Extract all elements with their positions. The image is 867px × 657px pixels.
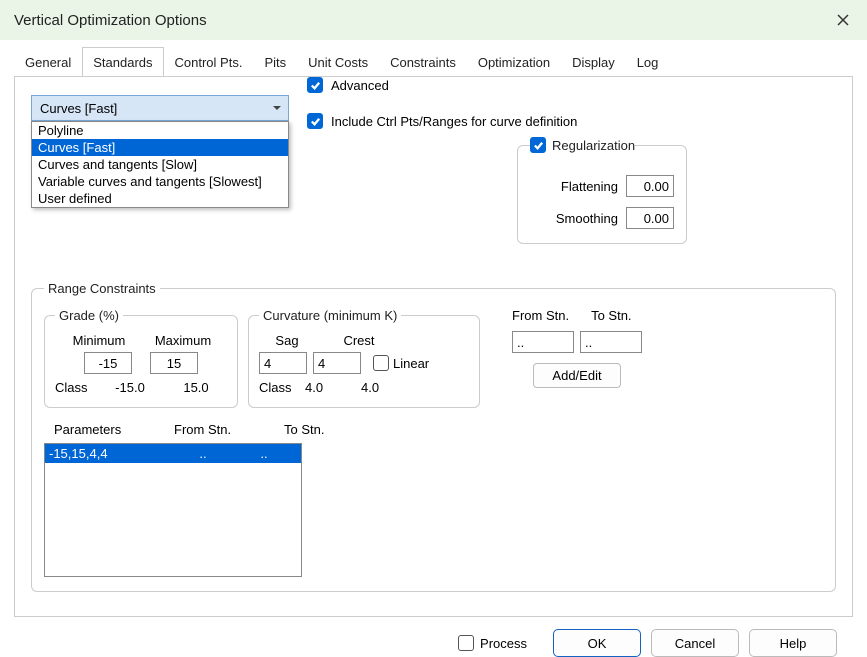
- tab-optimization[interactable]: Optimization: [467, 47, 561, 76]
- advanced-label: Advanced: [331, 78, 389, 93]
- tab-constraints[interactable]: Constraints: [379, 47, 467, 76]
- curve-type-dropdown[interactable]: Polyline Curves [Fast] Curves and tangen…: [31, 121, 289, 208]
- option-variable-slowest[interactable]: Variable curves and tangents [Slowest]: [32, 173, 288, 190]
- grade-class-max: 15.0: [167, 380, 225, 395]
- curvature-title: Curvature (minimum K): [259, 308, 401, 323]
- advanced-checkbox[interactable]: [307, 77, 323, 93]
- params-col-from: From Stn.: [174, 422, 244, 437]
- tab-control-pts[interactable]: Control Pts.: [164, 47, 254, 76]
- grade-min-label: Minimum: [65, 333, 133, 348]
- linear-checkbox[interactable]: [373, 355, 389, 371]
- sag-input[interactable]: [259, 352, 307, 374]
- range-constraints-group: Range Constraints Grade (%) Minimum Maxi…: [31, 281, 836, 592]
- ok-button[interactable]: OK: [553, 629, 641, 657]
- from-stn-label: From Stn.: [512, 308, 569, 323]
- grade-group: Grade (%) Minimum Maximum Class -15.0 15…: [44, 308, 238, 408]
- curv-class-sag: 4.0: [305, 380, 353, 395]
- option-curves-tangents-slow[interactable]: Curves and tangents [Slow]: [32, 156, 288, 173]
- sag-label: Sag: [259, 333, 315, 348]
- smoothing-label: Smoothing: [556, 211, 618, 226]
- tab-pits[interactable]: Pits: [253, 47, 297, 76]
- window-title: Vertical Optimization Options: [14, 12, 207, 29]
- to-stn-label: To Stn.: [591, 308, 631, 323]
- include-ctrlpts-label: Include Ctrl Pts/Ranges for curve defini…: [331, 114, 577, 129]
- tab-strip: General Standards Control Pts. Pits Unit…: [14, 46, 853, 76]
- to-stn-input[interactable]: [580, 331, 642, 353]
- process-label: Process: [480, 636, 527, 651]
- grade-max-label: Maximum: [149, 333, 217, 348]
- from-stn-input[interactable]: [512, 331, 574, 353]
- grade-class-min: -15.0: [101, 380, 159, 395]
- curv-class-crest: 4.0: [361, 380, 409, 395]
- regularization-checkbox[interactable]: [530, 137, 546, 153]
- params-row-parameters: -15,15,4,4: [49, 446, 167, 461]
- regularization-group: Regularization Flattening Smoothing: [517, 137, 687, 244]
- crest-label: Crest: [331, 333, 387, 348]
- params-list[interactable]: -15,15,4,4 .. ..: [44, 443, 302, 577]
- regularization-label: Regularization: [552, 138, 635, 153]
- add-edit-button[interactable]: Add/Edit: [533, 363, 621, 388]
- grade-class-label: Class: [55, 380, 93, 395]
- grade-max-input[interactable]: [150, 352, 198, 374]
- option-curves-fast[interactable]: Curves [Fast]: [32, 139, 288, 156]
- title-bar: Vertical Optimization Options: [0, 0, 867, 40]
- params-col-parameters: Parameters: [54, 422, 134, 437]
- smoothing-input[interactable]: [626, 207, 674, 229]
- flattening-label: Flattening: [561, 179, 618, 194]
- option-polyline[interactable]: Polyline: [32, 122, 288, 139]
- tab-display[interactable]: Display: [561, 47, 626, 76]
- grade-min-input[interactable]: [84, 352, 132, 374]
- tab-standards[interactable]: Standards: [82, 47, 163, 77]
- tab-unit-costs[interactable]: Unit Costs: [297, 47, 379, 76]
- process-checkbox[interactable]: [458, 635, 474, 651]
- close-button[interactable]: [829, 6, 857, 34]
- curve-type-select[interactable]: Curves [Fast]: [31, 95, 289, 121]
- flattening-input[interactable]: [626, 175, 674, 197]
- include-ctrlpts-checkbox[interactable]: [307, 113, 323, 129]
- curv-class-label: Class: [259, 380, 297, 395]
- params-row[interactable]: -15,15,4,4 .. ..: [45, 444, 301, 463]
- params-col-to: To Stn.: [284, 422, 324, 437]
- curvature-group: Curvature (minimum K) Sag Crest Linear: [248, 308, 480, 408]
- option-user-defined[interactable]: User defined: [32, 190, 288, 207]
- crest-input[interactable]: [313, 352, 361, 374]
- grade-title: Grade (%): [55, 308, 123, 323]
- tab-general[interactable]: General: [14, 47, 82, 76]
- params-row-from: ..: [167, 446, 239, 461]
- linear-label: Linear: [393, 356, 429, 371]
- range-constraints-title: Range Constraints: [44, 281, 160, 296]
- cancel-button[interactable]: Cancel: [651, 629, 739, 657]
- chevron-down-icon: [272, 103, 282, 113]
- curve-type-value: Curves [Fast]: [40, 101, 117, 116]
- tab-log[interactable]: Log: [626, 47, 670, 76]
- params-row-to: ..: [239, 446, 289, 461]
- help-button[interactable]: Help: [749, 629, 837, 657]
